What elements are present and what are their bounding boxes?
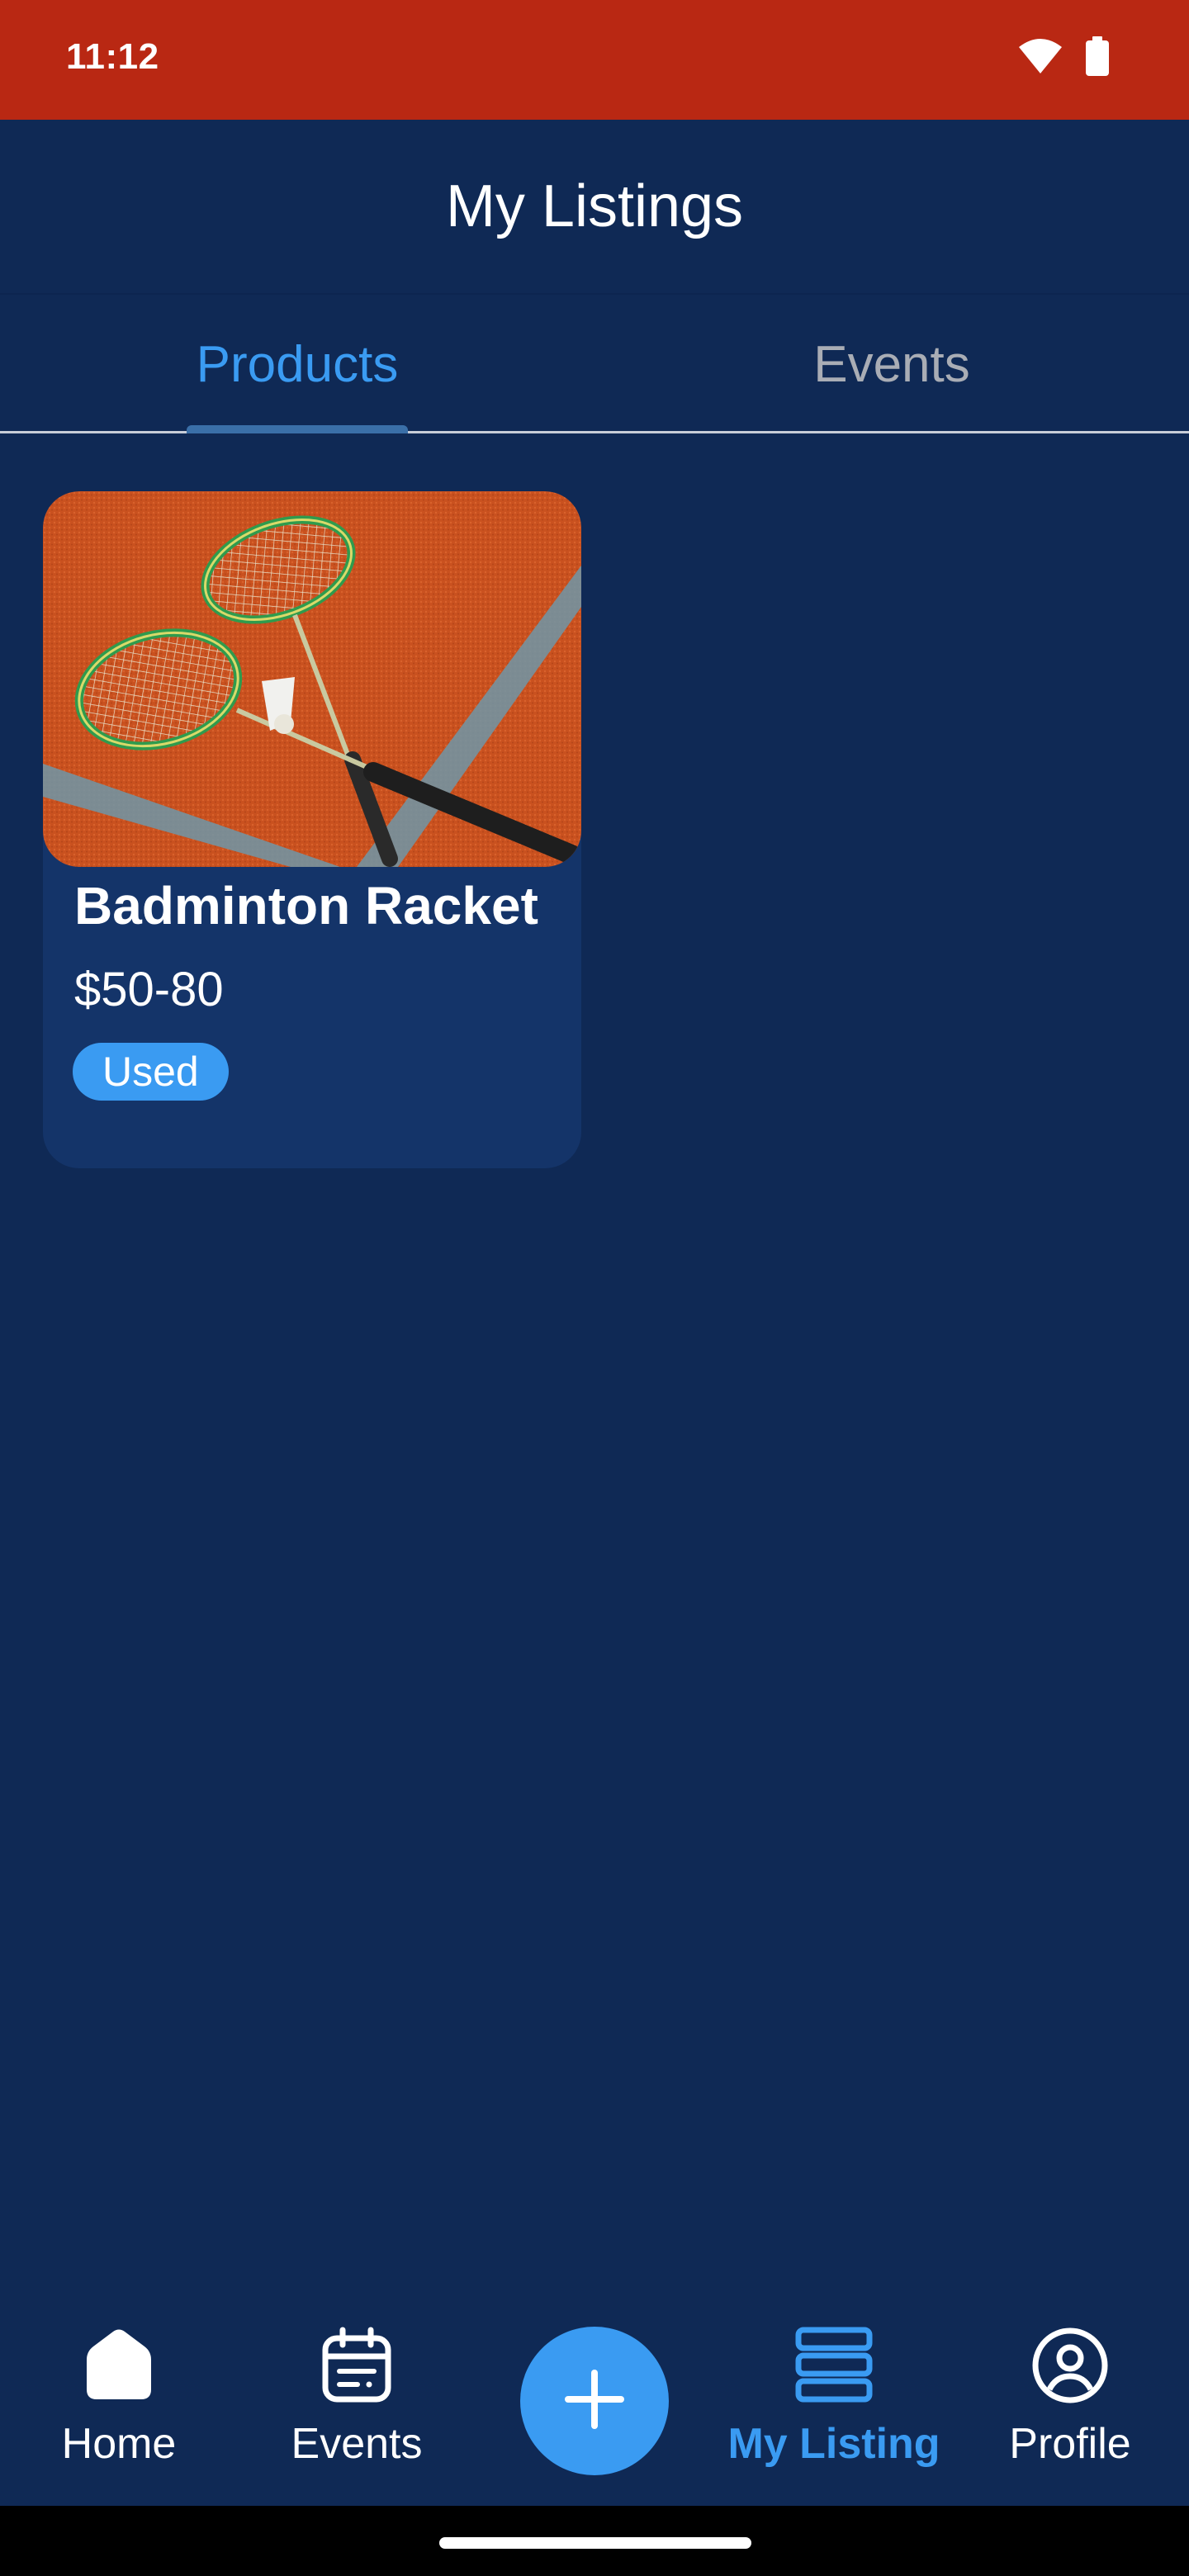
- condition-badge: Used: [73, 1043, 229, 1101]
- product-price: $50-80: [74, 963, 224, 1016]
- tab-products[interactable]: Products: [0, 295, 594, 433]
- product-image: [43, 491, 581, 867]
- plus-icon: [563, 2368, 626, 2435]
- list-icon: [795, 2327, 873, 2407]
- nav-profile-label: Profile: [1009, 2420, 1131, 2468]
- calendar-icon: [321, 2327, 392, 2407]
- listing-tabs: Products Events: [0, 295, 1189, 433]
- app-header: My Listings: [0, 120, 1189, 295]
- nav-home-label: Home: [61, 2420, 177, 2468]
- home-icon: [80, 2327, 158, 2405]
- wifi-icon: [1017, 37, 1063, 79]
- page-title: My Listings: [445, 173, 744, 239]
- profile-icon: [1031, 2327, 1109, 2408]
- gesture-bar: [0, 2506, 1189, 2576]
- active-tab-indicator: [187, 425, 408, 433]
- tab-events[interactable]: Events: [594, 295, 1189, 433]
- nav-my-listing[interactable]: My Listing: [718, 2287, 950, 2506]
- product-card[interactable]: Badminton Racket $50-80 Used: [43, 491, 581, 1168]
- add-listing-button[interactable]: [520, 2327, 669, 2475]
- nav-events[interactable]: Events: [274, 2287, 439, 2506]
- status-bar: 11:12: [0, 0, 1189, 120]
- nav-my-listing-label: My Listing: [727, 2420, 940, 2468]
- nav-profile[interactable]: Profile: [988, 2287, 1153, 2506]
- screen: 11:12 My Listings Products Events Badmin…: [0, 0, 1189, 2576]
- nav-events-label: Events: [291, 2420, 423, 2468]
- status-icons: [1017, 36, 1110, 80]
- nav-home[interactable]: Home: [36, 2287, 201, 2506]
- product-title: Badminton Racket: [74, 876, 538, 935]
- home-gesture-handle[interactable]: [439, 2537, 751, 2549]
- battery-icon: [1085, 36, 1110, 80]
- status-time: 11:12: [66, 36, 159, 77]
